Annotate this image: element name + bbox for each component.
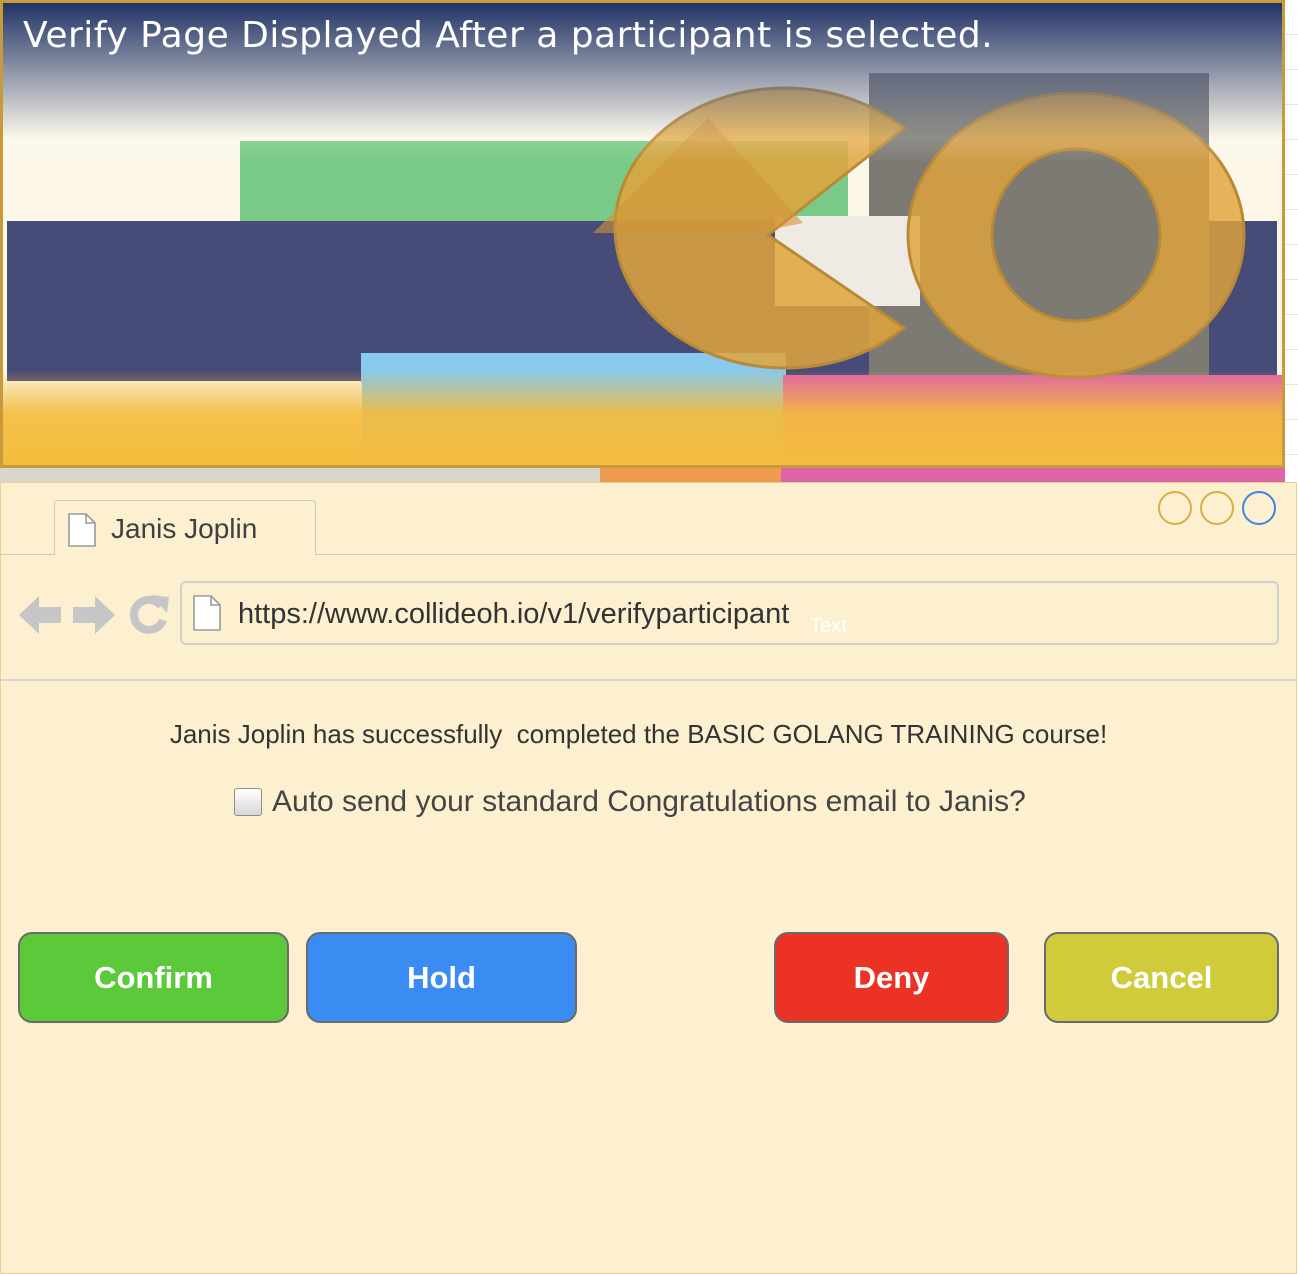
banner-bottom-fade [3, 370, 1282, 465]
arrow-left-icon[interactable] [19, 593, 63, 637]
arrow-right-icon[interactable] [73, 593, 117, 637]
maximize-circle-icon[interactable] [1200, 491, 1234, 525]
deny-button[interactable]: Deny [774, 932, 1009, 1023]
tab-label: Janis Joplin [111, 513, 258, 544]
url-overlay-text: Text [810, 615, 847, 637]
hold-button[interactable]: Hold [306, 932, 577, 1023]
confirm-button[interactable]: Confirm [18, 932, 289, 1023]
url-text: https://www.collideoh.io/v1/verifypartic… [238, 598, 790, 630]
url-bar[interactable]: https://www.collideoh.io/v1/verifypartic… [180, 581, 1279, 645]
banner: Verify Page Displayed After a participan… [0, 0, 1285, 468]
auto-send-checkbox[interactable] [234, 788, 262, 816]
banner-strip-orange [600, 468, 781, 482]
auto-send-row: Auto send your standard Congratulations … [234, 785, 1026, 819]
completion-message: Janis Joplin has successfully completed … [169, 719, 1108, 749]
reload-icon[interactable] [127, 593, 171, 637]
auto-send-label: Auto send your standard Congratulations … [272, 785, 1026, 818]
close-circle-icon[interactable] [1242, 491, 1276, 525]
banner-strip-gray [0, 468, 600, 482]
window-controls [1158, 491, 1276, 525]
document-icon [193, 595, 221, 631]
toolbar-divider [1, 679, 1296, 681]
canvas-grid [1285, 0, 1298, 482]
minimize-circle-icon[interactable] [1158, 491, 1192, 525]
document-icon [68, 513, 96, 547]
cancel-button[interactable]: Cancel [1044, 932, 1279, 1023]
banner-title: Verify Page Displayed After a participan… [23, 15, 994, 56]
browser-tab[interactable]: Janis Joplin [54, 500, 316, 555]
banner-strip-pink [781, 468, 1285, 482]
browser-window: Janis Joplin https://www.collideoh.io/v1… [0, 482, 1297, 1274]
